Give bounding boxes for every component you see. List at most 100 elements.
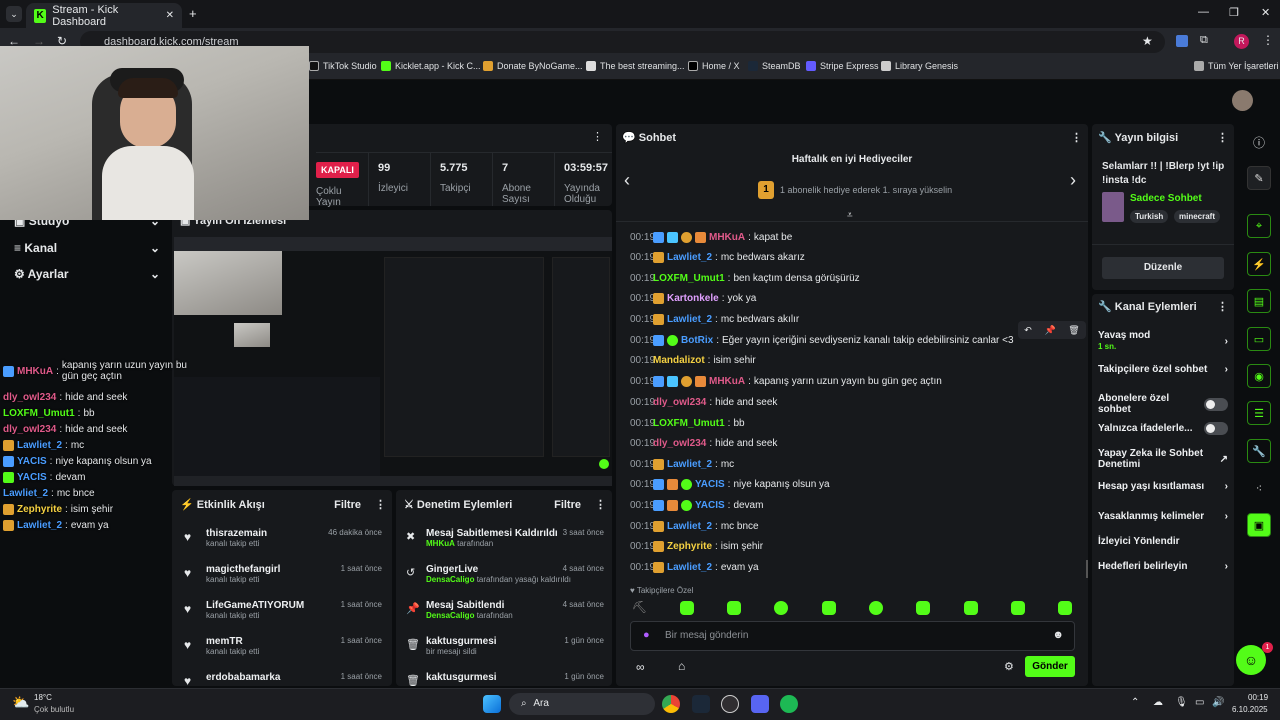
maximize-icon[interactable]: ❐ (1229, 6, 1239, 19)
chat-input[interactable]: ● Bir mesaj gönderin ☻ (630, 621, 1075, 651)
scan-icon[interactable]: ⌖ (1247, 214, 1271, 238)
bookmark-item[interactable]: The best streaming... (586, 61, 685, 71)
slow-mode-row[interactable]: Yavaş mod 1 sn. › (1098, 330, 1228, 352)
emote-icon[interactable] (916, 601, 930, 615)
emote-icon[interactable] (822, 601, 836, 615)
followers-chat-row[interactable]: Takipçilere özel sohbet › (1098, 364, 1228, 375)
broadcast-icon[interactable]: ◉ (1247, 364, 1271, 388)
sidebar-item-settings[interactable]: ⚙ Ayarlar ⌄ (14, 267, 160, 281)
layers-icon[interactable]: ☰ (1247, 401, 1271, 425)
lightning-icon[interactable]: ⚡ (1247, 252, 1271, 276)
network-icon[interactable]: ☁ (1153, 697, 1163, 708)
channel-actions-menu-icon[interactable]: ⋮ (1217, 300, 1228, 313)
chat-message[interactable]: 00:19 LOXFM_Umut1: ben kaçtım densa görüş… (630, 273, 860, 284)
stream-preview-video[interactable] (174, 237, 612, 486)
emotes-only-toggle[interactable] (1204, 422, 1228, 435)
emote-icon[interactable] (680, 601, 694, 615)
bookmark-item[interactable]: SteamDB (748, 61, 801, 71)
bookmark-item[interactable]: Stripe Express (806, 61, 879, 71)
chat-message[interactable]: 00:19 Kartonkele: yok ya (630, 293, 756, 304)
goals-row[interactable]: Hedefleri belirleyin › (1098, 561, 1228, 572)
bookmark-item[interactable]: Library Genesis (881, 61, 958, 71)
bookmark-star-icon[interactable]: ★ (1142, 34, 1153, 48)
chat-message[interactable]: 00:19 LOXFM_Umut1: bb (630, 418, 745, 429)
chat-message[interactable]: 00:19 Lawliet_2: evam ya (630, 562, 759, 573)
stats-menu-icon[interactable]: ⋮ (592, 130, 603, 143)
emote-icon[interactable] (727, 601, 741, 615)
all-bookmarks[interactable]: Tüm Yer İşaretleri (1194, 61, 1279, 71)
mic-icon[interactable]: ● (643, 629, 650, 641)
raid-row[interactable]: İzleyici Yönlendir (1098, 536, 1228, 547)
tab-close-icon[interactable]: ✕ (166, 10, 174, 21)
subs-chat-toggle[interactable] (1204, 397, 1228, 411)
chat-settings-icon[interactable]: ⚙ (1004, 660, 1014, 673)
profile-avatar[interactable]: R (1234, 34, 1249, 49)
browser-menu-icon[interactable]: ⋮ (1262, 33, 1274, 47)
activity-filter-button[interactable]: Filtre (334, 499, 361, 511)
window-close-icon[interactable]: ✕ (1261, 6, 1270, 19)
windows-start-icon[interactable] (483, 695, 501, 713)
send-button[interactable]: Gönder (1025, 656, 1075, 677)
bookmark-item[interactable]: Donate ByNoGame... (483, 61, 583, 71)
account-age-row[interactable]: Hesap yaşı kısıtlaması › (1098, 481, 1228, 492)
new-tab-icon[interactable]: + (189, 6, 197, 21)
emoji-icon[interactable]: ☻ (1052, 629, 1064, 641)
edit-stream-button[interactable]: Düzenle (1102, 257, 1224, 279)
chat-menu-icon[interactable]: ⋮ (1071, 131, 1082, 144)
bookmark-item[interactable]: Home / X (688, 61, 740, 71)
chat-message[interactable]: 00:19 Lawliet_2: mc bedwars akılır (630, 314, 799, 325)
tab-search-icon[interactable]: ⌄ (6, 6, 22, 22)
obs-icon[interactable] (721, 695, 739, 713)
chat-message[interactable]: 00:19 YACIS: devam (630, 500, 763, 511)
info-icon[interactable]: ⓘ (1253, 134, 1265, 151)
extensions-icon[interactable]: ⧉ (1200, 34, 1208, 47)
reply-icon[interactable]: ↶ (1024, 325, 1032, 336)
chat-message[interactable]: 00:19 MHKuA: kapat be (630, 232, 792, 243)
app-icon[interactable]: ▣ (1247, 513, 1271, 537)
wrench-icon[interactable]: 🔧 (1247, 439, 1271, 463)
sidebar-item-channel[interactable]: ≡ Kanal ⌄ (14, 241, 160, 255)
translate-icon[interactable] (1176, 35, 1188, 47)
chat-message[interactable]: 00:19 Lawliet_2: mc (630, 459, 734, 470)
dots-icon[interactable]: ⁖ (1247, 476, 1271, 500)
store-icon[interactable]: ⌂ (678, 659, 685, 673)
delete-icon[interactable]: 🗑 (1068, 325, 1079, 336)
chat-message[interactable]: 00:19 YACIS: niye kapanış olsun ya (630, 479, 830, 490)
emote-icon[interactable] (774, 601, 788, 615)
moderation-menu-icon[interactable]: ⋮ (595, 499, 606, 511)
discord-icon[interactable] (751, 695, 769, 713)
pin-icon[interactable]: 📌 (1044, 325, 1055, 336)
document-icon[interactable]: ▤ (1247, 289, 1271, 313)
chat-message[interactable]: 00:19 Zephyrite: isim şehir (630, 541, 763, 552)
next-arrow-icon[interactable]: › (1070, 170, 1076, 191)
pickaxe-icon[interactable]: ⛏ (632, 600, 647, 614)
browser-tab[interactable]: K Stream - Kick Dashboard ✕ (26, 3, 182, 28)
emote-icon[interactable] (1011, 601, 1025, 615)
chat-scrollbar[interactable] (1086, 560, 1088, 578)
tray-chevron-icon[interactable]: ⌃ (1131, 697, 1139, 708)
bookmark-item[interactable]: TikTok Studio (309, 61, 377, 71)
weather-icon[interactable]: ⛅ (12, 694, 29, 711)
clock-date[interactable]: 6.10.2025 (1232, 705, 1268, 714)
chat-message[interactable]: 00:19 dly_owl234: hide and seek (630, 397, 777, 408)
link-icon[interactable]: ∞ (636, 660, 645, 674)
volume-icon[interactable]: 🔊 (1212, 697, 1224, 708)
taskbar-search[interactable]: ⌕ Ara (509, 693, 655, 715)
prev-arrow-icon[interactable]: ‹ (624, 170, 630, 191)
user-avatar[interactable] (1232, 90, 1253, 111)
mic-tray-icon[interactable]: 🎙 (1175, 697, 1188, 708)
edit-pencil-icon[interactable]: ✎ (1247, 166, 1271, 190)
emote-icon[interactable] (1058, 601, 1072, 615)
clock-time[interactable]: 00:19 (1248, 693, 1268, 702)
activity-menu-icon[interactable]: ⋮ (375, 499, 386, 511)
emote-icon[interactable] (869, 601, 883, 615)
chat-message[interactable]: 00:19 Mandalizot: isim sehir (630, 355, 756, 366)
spotify-icon[interactable] (780, 695, 798, 713)
bookmark-item[interactable]: Kicklet.app - Kick C... (381, 61, 481, 71)
collapse-icon[interactable]: ⩡ (847, 210, 853, 221)
emote-icon[interactable] (964, 601, 978, 615)
chat-message[interactable]: 00:19 Lawliet_2: mc bedwars akarız (630, 252, 805, 263)
chat-bubble-icon[interactable]: ▭ (1247, 327, 1271, 351)
stream-info-menu-icon[interactable]: ⋮ (1217, 131, 1228, 144)
chat-message[interactable]: 00:19 MHKuA: kapanış yarın uzun yayın bu … (630, 376, 942, 387)
